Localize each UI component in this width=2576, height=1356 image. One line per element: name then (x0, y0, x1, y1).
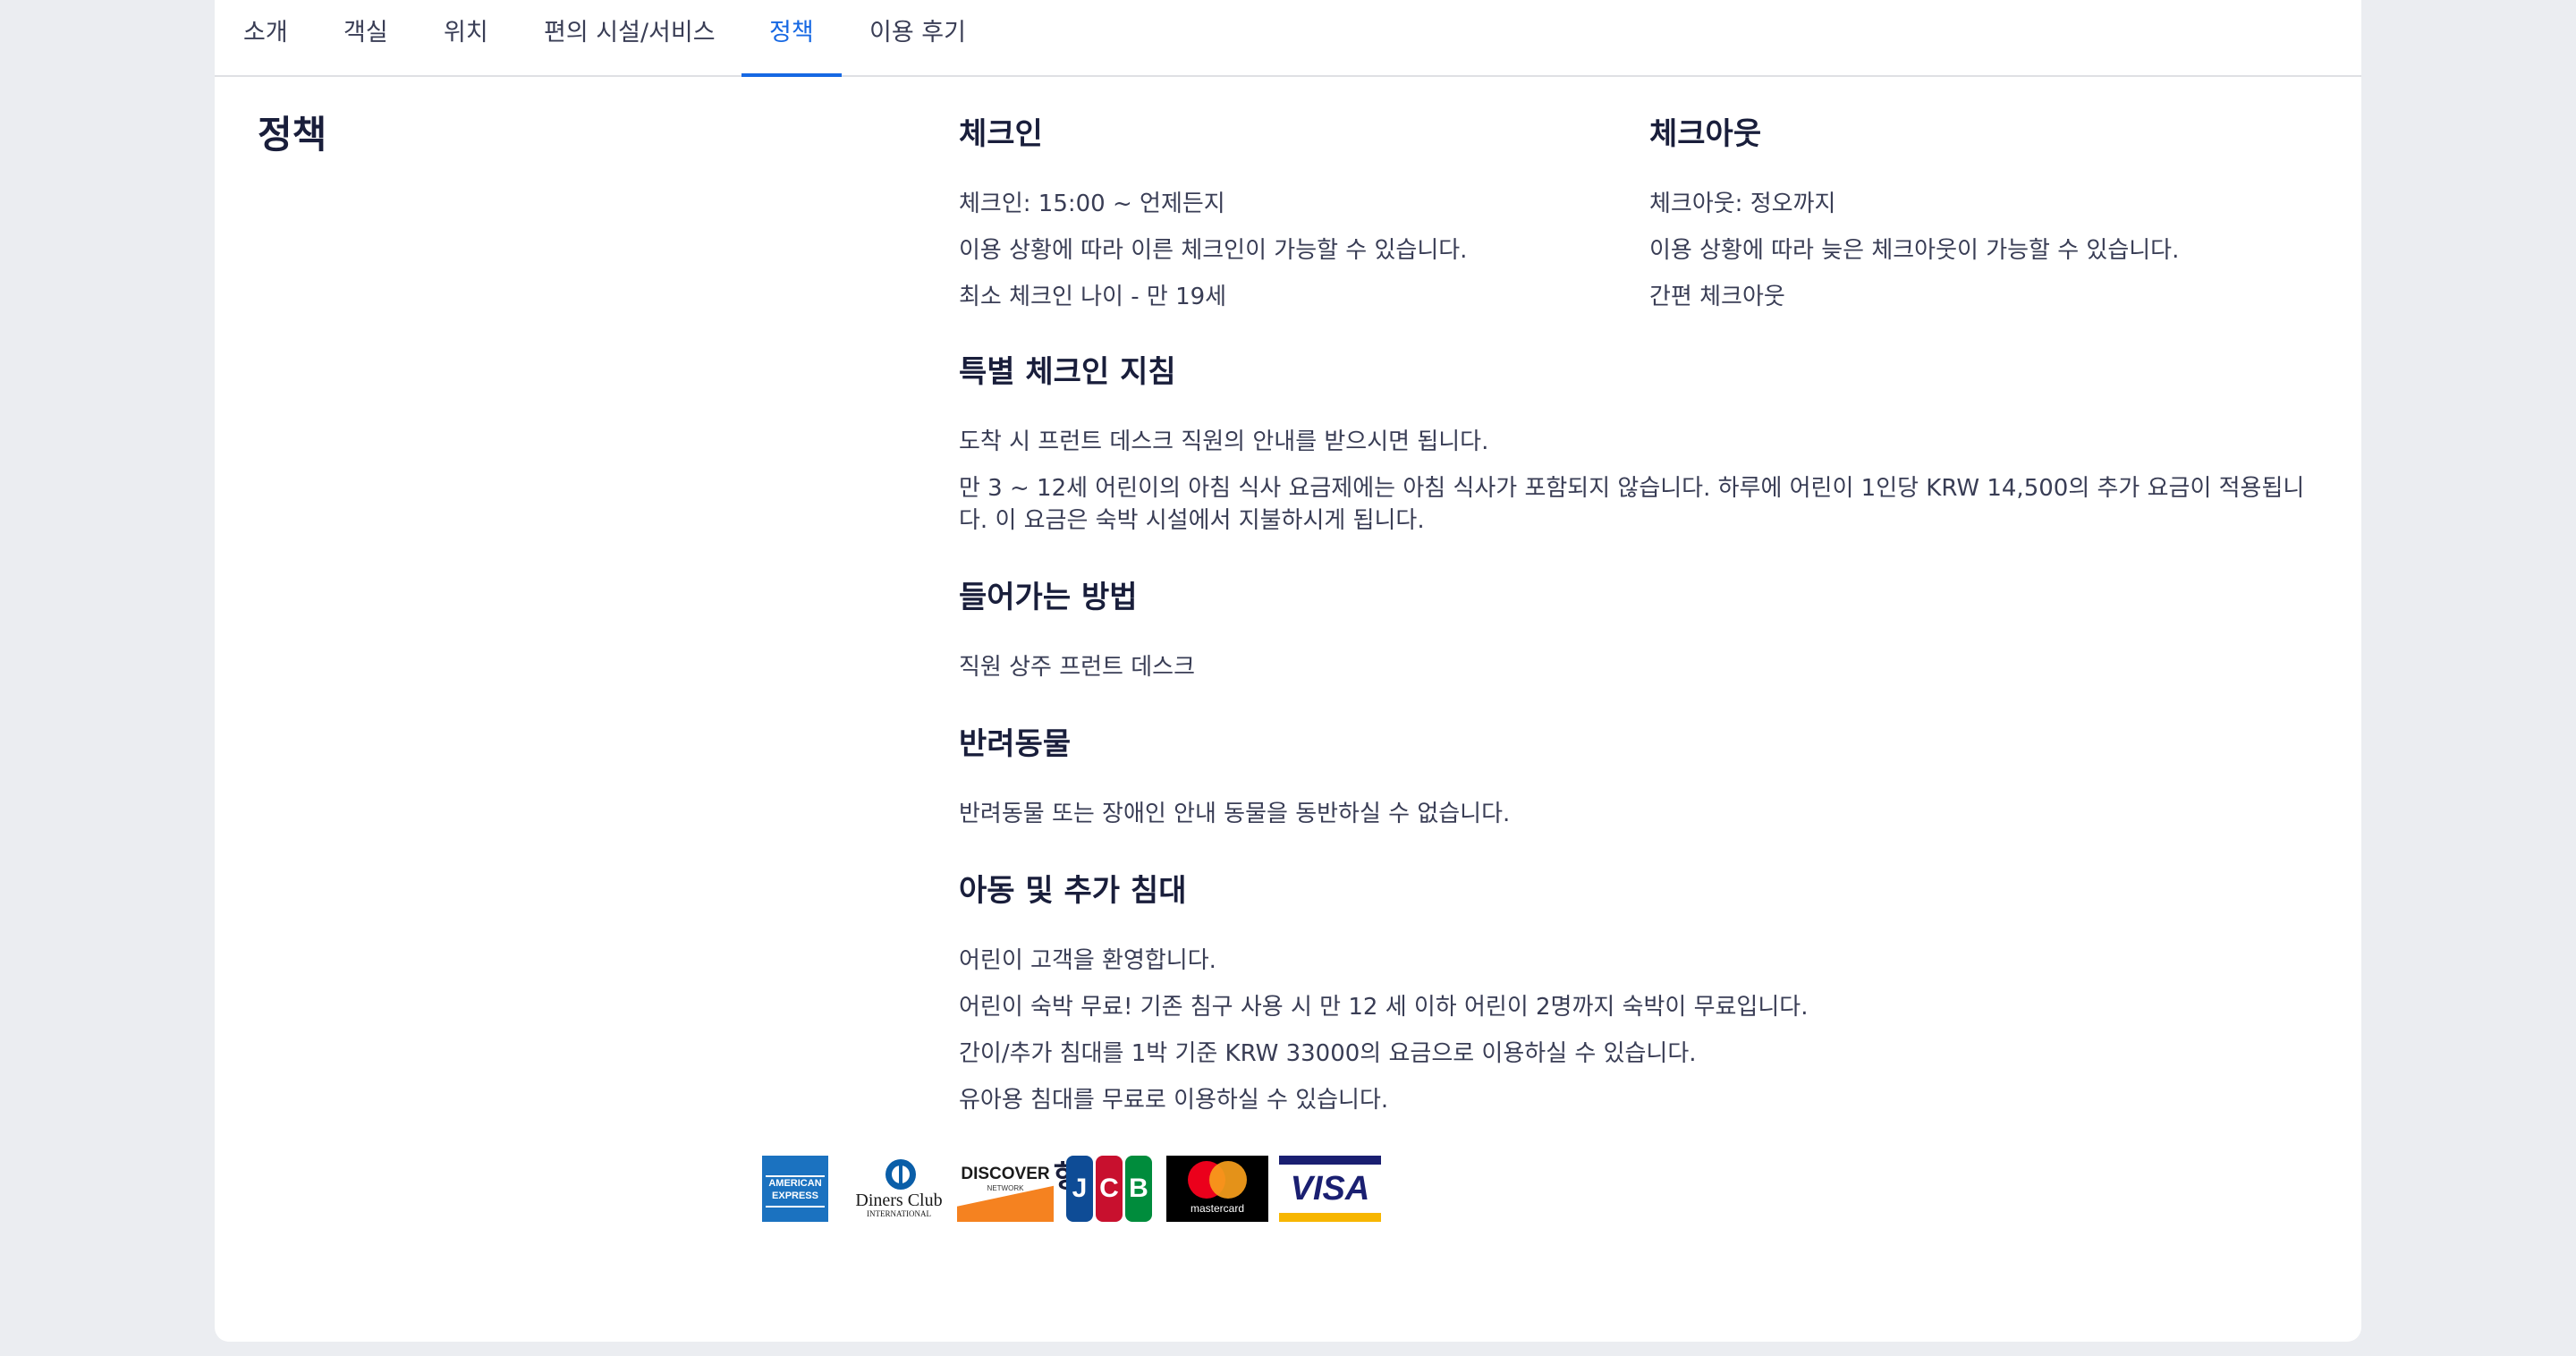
pets-line: 반려동물 또는 장애인 안내 동물을 동반하실 수 없습니다. (959, 801, 1511, 827)
discover-wordmark: DISCOVER (961, 1165, 1050, 1183)
tab-overview[interactable]: 소개 (243, 0, 288, 75)
children-line: 간이/추가 침대를 1박 기준 KRW 33000의 요금으로 이용하실 수 있… (959, 1040, 1697, 1067)
tab-reviews[interactable]: 이용 후기 (869, 0, 966, 75)
children-line: 어린이 고객을 환영합니다. (959, 947, 1216, 974)
special-checkin-line: 다. 이 요금은 숙박 시설에서 지불하시게 됩니다. (959, 507, 1425, 534)
jcb-letter: C (1096, 1156, 1123, 1222)
page-title: 정책 (258, 113, 327, 157)
checkin-early-note: 이용 상황에 따라 이른 체크인이 가능할 수 있습니다. (959, 237, 1468, 264)
children-line: 어린이 숙박 무료! 기존 침구 사용 시 만 12 세 이하 어린이 2명까지… (959, 994, 1809, 1021)
mastercard-card-logo: mastercard (1166, 1156, 1268, 1222)
pets-heading: 반려동물 (959, 726, 1072, 762)
access-line: 직원 상주 프런트 데스크 (959, 654, 1195, 681)
jcb-card-logo: J C B (1066, 1156, 1152, 1222)
tab-label: 객실 (343, 19, 388, 47)
special-checkin-line: 만 3 ~ 12세 어린이의 아침 식사 요금제에는 아침 식사가 포함되지 않… (959, 475, 2305, 502)
visa-card-logo: VISA (1279, 1156, 1381, 1222)
checkin-time: 체크인: 15:00 ~ 언제든지 (959, 191, 1225, 217)
children-heading: 아동 및 추가 침대 (959, 873, 1187, 909)
diners-club-icon (886, 1159, 916, 1190)
checkin-heading: 체크인 (959, 116, 1043, 152)
diners-wordmark: Diners Club (855, 1191, 943, 1210)
tab-label: 위치 (444, 19, 488, 47)
tab-amenities[interactable]: 편의 시설/서비스 (544, 0, 716, 75)
visa-top-band (1279, 1156, 1381, 1165)
access-heading: 들어가는 방법 (959, 580, 1138, 615)
tab-bar: 소개 객실 위치 편의 시설/서비스 정책 이용 후기 (215, 0, 2361, 77)
policies-panel: 정책 체크인 체크인: 15:00 ~ 언제든지 이용 상황에 따라 이른 체크… (215, 77, 2361, 1342)
checkout-express: 간편 체크아웃 (1649, 284, 1785, 310)
amex-card-logo: AMERICAN EXPRESS (762, 1156, 828, 1222)
amex-wordmark: AMERICAN EXPRESS (766, 1175, 825, 1208)
visa-bottom-band (1279, 1213, 1381, 1222)
diners-subtitle: INTERNATIONAL (867, 1209, 931, 1218)
jcb-letter: J (1066, 1156, 1093, 1222)
tab-location[interactable]: 위치 (444, 0, 488, 75)
jcb-letter: B (1125, 1156, 1152, 1222)
tab-label: 이용 후기 (869, 19, 966, 47)
mastercard-yellow-circle (1209, 1161, 1247, 1199)
tab-label: 편의 시설/서비스 (544, 19, 716, 47)
tab-label: 소개 (243, 19, 288, 47)
checkout-late-note: 이용 상황에 따라 늦은 체크아웃이 가능할 수 있습니다. (1649, 237, 2180, 264)
tab-policies[interactable]: 정책 (741, 0, 842, 77)
tab-label: 정책 (769, 19, 814, 47)
checkin-min-age: 최소 체크인 나이 - 만 19세 (959, 284, 1227, 310)
mastercard-wordmark: mastercard (1190, 1202, 1245, 1215)
special-checkin-heading: 특별 체크인 지침 (959, 354, 1176, 390)
special-checkin-line: 도착 시 프런트 데스크 직원의 안내를 받으시면 됩니다. (959, 428, 1489, 455)
discover-subtitle: NETWORK (987, 1184, 1024, 1192)
visa-wordmark: VISA (1290, 1170, 1370, 1208)
checkout-time: 체크아웃: 정오까지 (1649, 191, 1836, 217)
tab-rooms[interactable]: 객실 (343, 0, 388, 75)
discover-card-logo: DISCOVER NETWORK (957, 1156, 1054, 1222)
checkout-heading: 체크아웃 (1649, 116, 1762, 152)
children-line: 유아용 침대를 무료로 이용하실 수 있습니다. (959, 1087, 1389, 1114)
diners-club-card-logo: Diners Club INTERNATIONAL (852, 1156, 946, 1222)
